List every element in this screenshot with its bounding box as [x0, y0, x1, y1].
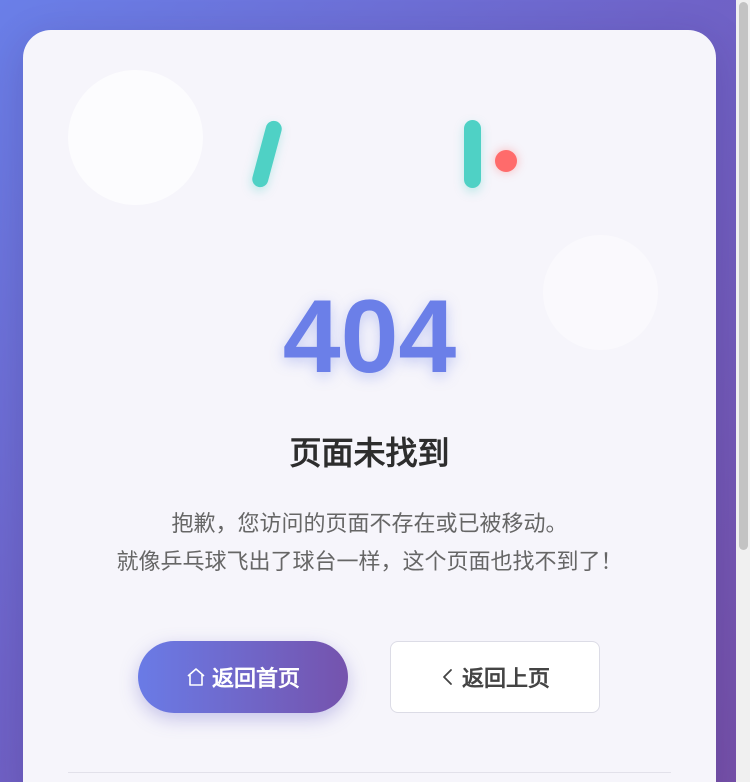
home-button[interactable]: 返回首页: [138, 641, 348, 713]
error-code: 404: [282, 279, 457, 395]
page-title: 页面未找到: [289, 434, 450, 472]
description-line-2: 就像乒乓球飞出了球台一样，这个页面也找不到了！: [116, 550, 623, 575]
scrollbar-thumb[interactable]: [739, 2, 748, 550]
back-button[interactable]: 返回上页: [390, 641, 600, 713]
ping-pong-ball: [495, 150, 517, 172]
chevron-left-icon: [440, 667, 456, 687]
home-icon: [186, 667, 206, 687]
error-description: 抱歉，您访问的页面不存在或已被移动。 就像乒乓球飞出了球台一样，这个页面也找不到…: [23, 506, 716, 582]
description-line-1: 抱歉，您访问的页面不存在或已被移动。: [171, 512, 568, 537]
back-button-label: 返回上页: [461, 667, 550, 692]
decorative-circle: [68, 70, 203, 205]
error-card: 404 页面未找到 抱歉，您访问的页面不存在或已被移动。 就像乒乓球飞出了球台一…: [23, 30, 716, 782]
divider: [68, 772, 671, 773]
home-button-label: 返回首页: [211, 667, 300, 692]
scrollbar[interactable]: [736, 0, 750, 782]
left-paddle: [250, 119, 284, 189]
right-paddle: [464, 120, 481, 188]
